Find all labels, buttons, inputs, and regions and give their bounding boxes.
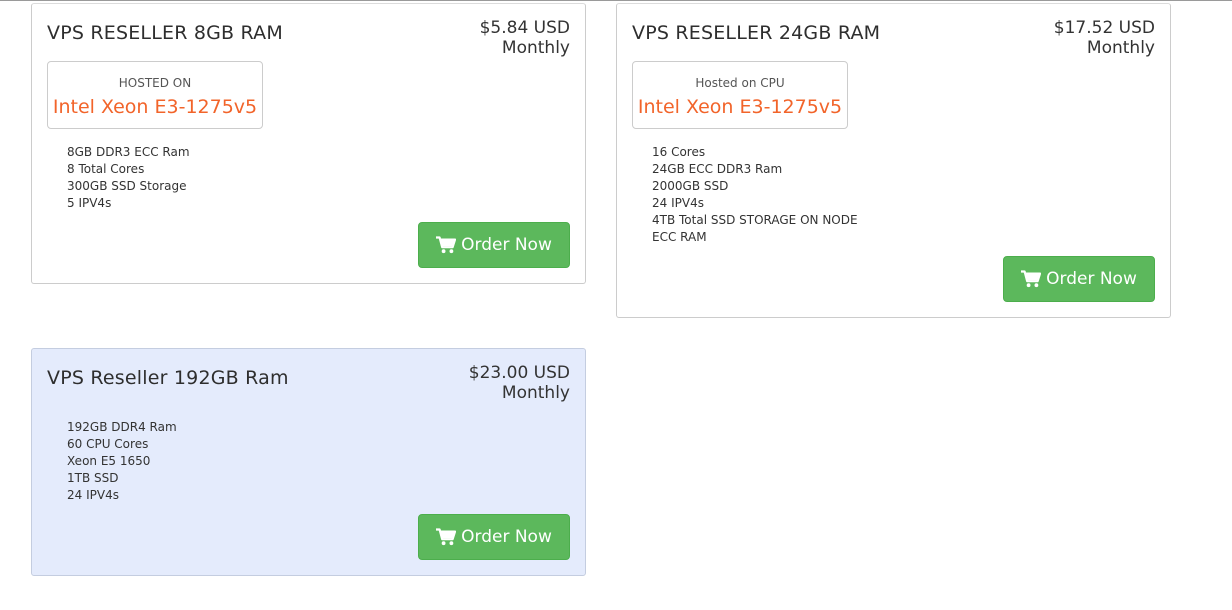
feature-item: 24GB ECC DDR3 Ram	[652, 162, 783, 176]
feature-list: 8GB DDR3 ECC Ram 8 Total Cores 300GB SSD…	[67, 144, 190, 212]
price-amount: $23.00 USD	[468, 363, 570, 383]
feature-item: 1TB SSD	[67, 471, 119, 485]
feature-item: 60 CPU Cores	[67, 437, 149, 451]
price-amount: $17.52 USD	[1053, 18, 1155, 38]
plan-card-vps-reseller-192gb: VPS Reseller 192GB Ram $23.00 USD Monthl…	[31, 348, 586, 576]
top-divider	[0, 0, 1232, 1]
feature-item: 4TB Total SSD STORAGE ON NODE	[652, 213, 858, 227]
order-now-label: Order Now	[1046, 269, 1137, 289]
plan-price: $23.00 USD Monthly	[469, 363, 570, 403]
feature-list: 192GB DDR4 Ram 60 CPU Cores Xeon E5 1650…	[67, 419, 177, 504]
feature-item: 5 IPV4s	[67, 196, 112, 210]
plan-price: $17.52 USD Monthly	[1054, 18, 1155, 58]
feature-item: 8GB DDR3 ECC Ram	[67, 145, 190, 159]
feature-item: 300GB SSD Storage	[67, 179, 187, 193]
price-period: Monthly	[501, 38, 570, 58]
plan-title: VPS Reseller 192GB Ram	[47, 367, 289, 389]
order-now-label: Order Now	[461, 235, 552, 255]
plan-title: VPS RESELLER 8GB RAM	[47, 22, 283, 44]
order-now-label: Order Now	[461, 527, 552, 547]
hosted-on-box: Hosted on CPU Intel Xeon E3-1275v5	[632, 61, 848, 129]
plan-card-vps-reseller-24gb: VPS RESELLER 24GB RAM $17.52 USD Monthly…	[616, 3, 1171, 318]
feature-item: Xeon E5 1650	[67, 454, 151, 468]
price-period: Monthly	[1086, 38, 1155, 58]
hosted-on-box: HOSTED ON Intel Xeon E3-1275v5	[47, 61, 263, 129]
feature-item: 16 Cores	[652, 145, 706, 159]
feature-item: 2000GB SSD	[652, 179, 729, 193]
hosted-on-label: HOSTED ON	[118, 76, 192, 90]
hosted-cpu-name: Intel Xeon E3-1275v5	[52, 96, 258, 118]
order-now-button[interactable]: Order Now	[418, 222, 570, 268]
feature-item: 8 Total Cores	[67, 162, 145, 176]
shopping-cart-icon	[436, 528, 457, 546]
order-now-button[interactable]: Order Now	[418, 514, 570, 560]
feature-item: 192GB DDR4 Ram	[67, 420, 177, 434]
price-amount: $5.84 USD	[479, 18, 570, 38]
plan-card-vps-reseller-8gb: VPS RESELLER 8GB RAM $5.84 USD Monthly H…	[31, 3, 586, 284]
plan-price: $5.84 USD Monthly	[480, 18, 570, 58]
feature-item: 24 IPV4s	[67, 488, 119, 502]
feature-item: ECC RAM	[652, 230, 707, 244]
shopping-cart-icon	[436, 236, 457, 254]
hosted-cpu-name: Intel Xeon E3-1275v5	[637, 96, 843, 118]
feature-item: 24 IPV4s	[652, 196, 704, 210]
feature-list: 16 Cores 24GB ECC DDR3 Ram 2000GB SSD 24…	[652, 144, 858, 246]
price-period: Monthly	[501, 383, 570, 403]
shopping-cart-icon	[1021, 270, 1042, 288]
order-now-button[interactable]: Order Now	[1003, 256, 1155, 302]
hosted-on-label: Hosted on CPU	[695, 76, 785, 90]
plan-title: VPS RESELLER 24GB RAM	[632, 22, 881, 44]
